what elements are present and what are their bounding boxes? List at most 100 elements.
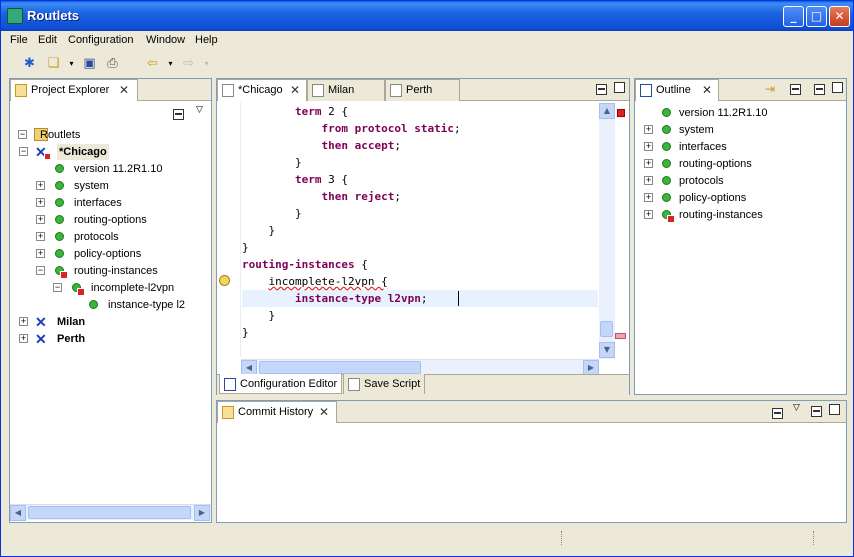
expand-toggle-icon[interactable]: +	[644, 142, 653, 151]
tab-commit-history[interactable]: Commit History ✕	[217, 401, 337, 423]
expand-toggle-icon[interactable]: −	[36, 266, 45, 275]
expand-toggle-icon[interactable]: −	[18, 130, 27, 139]
new-router-icon[interactable]: ✱	[21, 55, 38, 72]
minimize-view-icon[interactable]	[811, 406, 822, 417]
editor-ruler	[217, 102, 241, 357]
scroll-thumb[interactable]	[600, 321, 613, 337]
tab-configuration-editor[interactable]: Configuration Editor	[219, 374, 342, 394]
code-line: from protocol static;	[321, 122, 461, 135]
outline-item[interactable]: + system	[635, 122, 846, 138]
outline-item[interactable]: + routing-instances	[635, 207, 846, 223]
menu-help[interactable]: Help	[195, 34, 218, 46]
expand-toggle-icon[interactable]: +	[36, 181, 45, 190]
collapse-all-icon[interactable]	[790, 84, 801, 95]
tree-row[interactable]: + protocols	[10, 229, 211, 245]
outline-item[interactable]: + interfaces	[635, 139, 846, 155]
expand-toggle-icon[interactable]: +	[36, 232, 45, 241]
tree-row[interactable]: + interfaces	[10, 195, 211, 211]
new-dropdown-icon[interactable]: ▾	[63, 55, 80, 72]
close-tab-icon[interactable]: ✕	[119, 83, 129, 97]
expand-toggle-icon[interactable]: +	[36, 249, 45, 258]
expand-toggle-icon[interactable]: +	[644, 210, 653, 219]
code-editor[interactable]: term 2 { from protocol static; then acce…	[242, 103, 598, 359]
outline-item[interactable]: + routing-options	[635, 156, 846, 172]
expand-toggle-icon[interactable]: +	[644, 176, 653, 185]
scroll-left-arrow[interactable]: ◀	[10, 505, 26, 521]
tab-perth[interactable]: Perth	[385, 79, 460, 101]
close-tab-icon[interactable]: ✕	[702, 83, 712, 97]
scroll-right-arrow[interactable]: ▶	[194, 505, 210, 521]
expand-toggle-icon[interactable]: +	[36, 215, 45, 224]
close-button[interactable]: ✕	[829, 6, 850, 27]
project-explorer-hscrollbar[interactable]: ◀ ▶	[10, 504, 211, 521]
new-project-icon[interactable]: ❏	[45, 55, 62, 72]
save-icon[interactable]: ▣	[81, 55, 98, 72]
tab-project-explorer[interactable]: Project Explorer ✕	[10, 79, 138, 101]
expand-toggle-icon[interactable]: +	[644, 193, 653, 202]
outline-item[interactable]: + policy-options	[635, 190, 846, 206]
maximize-view-icon[interactable]	[832, 82, 843, 93]
minimize-view-icon[interactable]	[596, 84, 607, 95]
error-overview-marker[interactable]	[617, 109, 625, 117]
menu-file[interactable]: File	[10, 34, 28, 46]
title-bar[interactable]: Routlets _ □ ✕	[1, 1, 853, 31]
outline-item[interactable]: + protocols	[635, 173, 846, 189]
tree-row[interactable]: − ✕ *Chicago	[10, 144, 211, 160]
tree-row[interactable]: + ✕ Milan	[10, 314, 211, 330]
tab-milan[interactable]: Milan	[307, 79, 385, 101]
code-line: incomplete-l2vpn {	[268, 275, 388, 288]
tree-row[interactable]: + ✕ Perth	[10, 331, 211, 347]
tree-row[interactable]: + policy-options	[10, 246, 211, 262]
menu-window[interactable]: Window	[146, 34, 185, 46]
code-line: instance-type l2vpn;	[294, 292, 428, 305]
menu-configuration[interactable]: Configuration	[68, 34, 133, 46]
maximize-button[interactable]: □	[806, 6, 827, 27]
minimize-view-icon[interactable]	[814, 84, 825, 95]
close-tab-icon[interactable]: ✕	[290, 83, 300, 97]
outline-icon	[640, 84, 652, 97]
expand-toggle-icon[interactable]: +	[19, 334, 28, 343]
outline-item[interactable]: version 11.2R1.10	[635, 105, 846, 121]
error-marker-icon[interactable]	[219, 275, 230, 286]
scroll-up-arrow[interactable]: ▲	[599, 103, 615, 119]
maximize-view-icon[interactable]	[829, 404, 840, 415]
close-tab-icon[interactable]: ✕	[319, 405, 329, 419]
scroll-thumb[interactable]	[259, 361, 421, 374]
warning-overview-marker[interactable]	[615, 333, 626, 339]
back-dropdown-icon[interactable]: ▾	[162, 55, 179, 72]
editor-vscrollbar[interactable]: ▲ ▼	[599, 103, 615, 359]
tab-save-script[interactable]: Save Script	[343, 374, 425, 394]
config-node-icon	[662, 193, 671, 202]
back-icon[interactable]: ⇦	[144, 55, 161, 72]
tree-row[interactable]: − routing-instances	[10, 263, 211, 279]
tree-row[interactable]: version 11.2R1.10	[10, 161, 211, 177]
minimize-button[interactable]: _	[783, 6, 804, 27]
view-menu-icon[interactable]: ▽	[196, 105, 203, 115]
menu-edit[interactable]: Edit	[38, 34, 57, 46]
expand-toggle-icon[interactable]: +	[19, 317, 28, 326]
tab-outline[interactable]: Outline ✕	[635, 79, 719, 101]
scroll-thumb[interactable]	[28, 506, 191, 519]
expand-toggle-icon[interactable]: −	[19, 147, 28, 156]
commit-history-tabbar: Commit History ✕	[217, 401, 846, 423]
tree-row[interactable]: − Routlets	[10, 127, 211, 143]
editor-hscrollbar[interactable]: ◀ ▶	[241, 359, 599, 376]
code-line: routing-instances {	[242, 258, 368, 271]
expand-toggle-icon[interactable]: +	[644, 159, 653, 168]
expand-toggle-icon[interactable]: −	[53, 283, 62, 292]
tree-row[interactable]: + routing-options	[10, 212, 211, 228]
link-editor-icon[interactable]: ⇥	[765, 82, 775, 96]
forward-icon: ⇨	[183, 56, 194, 71]
tree-row[interactable]: + system	[10, 178, 211, 194]
print-icon[interactable]: ⎙	[104, 55, 121, 72]
collapse-all-icon[interactable]	[772, 408, 783, 419]
collapse-all-icon[interactable]	[173, 109, 184, 120]
tab-chicago[interactable]: *Chicago ✕	[217, 79, 307, 101]
expand-toggle-icon[interactable]: +	[36, 198, 45, 207]
expand-toggle-icon[interactable]: +	[644, 125, 653, 134]
scroll-down-arrow[interactable]: ▼	[599, 342, 615, 358]
maximize-view-icon[interactable]	[614, 82, 625, 93]
tree-row[interactable]: instance-type l2	[10, 297, 211, 313]
view-menu-icon[interactable]: ▽	[793, 403, 800, 413]
tree-row[interactable]: − incomplete-l2vpn	[10, 280, 211, 296]
